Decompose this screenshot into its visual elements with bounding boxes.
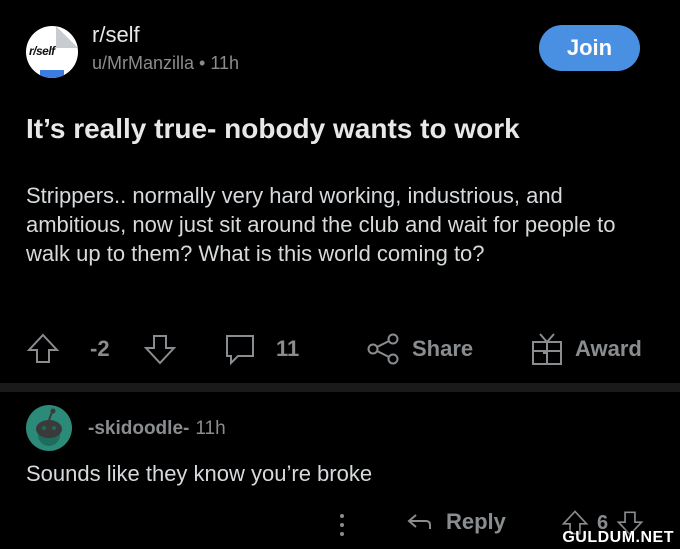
reply-icon xyxy=(407,514,431,529)
post-body: Strippers.. normally very hard working, … xyxy=(26,183,616,266)
share-label: Share xyxy=(412,336,474,361)
post-title: It’s really true- nobody wants to work xyxy=(26,113,520,144)
comment-author[interactable]: -skidoodle- xyxy=(88,418,189,439)
post-author-line[interactable]: u/MrManzilla • 11h xyxy=(92,53,239,74)
section-divider xyxy=(0,383,680,392)
downvote-icon xyxy=(143,335,177,365)
upvote-icon xyxy=(26,333,60,363)
subreddit-icon[interactable]: r/self xyxy=(26,26,78,78)
upvote-button[interactable] xyxy=(26,327,60,371)
post-actions: -2 11 Share Award xyxy=(26,327,666,371)
subreddit-icon-label: r/self xyxy=(29,44,55,58)
share-button[interactable]: Share xyxy=(366,327,473,371)
award-label: Award xyxy=(575,336,642,361)
reply-button[interactable]: Reply xyxy=(406,509,506,535)
comment-icon xyxy=(226,335,254,366)
downvote-button[interactable] xyxy=(143,327,177,371)
subreddit-name[interactable]: r/self xyxy=(92,22,140,48)
watermark: GULDUM.NET xyxy=(562,529,674,546)
comment-time: 11h xyxy=(195,418,226,439)
comment-text: Sounds like they know you’re broke xyxy=(26,461,373,486)
post-header: r/self r/self u/MrManzilla • 11h Join xyxy=(26,22,656,82)
join-button[interactable]: Join xyxy=(539,25,640,71)
award-button[interactable]: Award xyxy=(529,327,642,371)
comment-count: 11 xyxy=(276,336,300,361)
comment-author-line[interactable]: -skidoodle- 11h xyxy=(88,418,226,440)
share-icon xyxy=(367,333,399,365)
post-score: -2 xyxy=(90,336,110,361)
comments-button[interactable]: 11 xyxy=(224,327,299,371)
more-icon[interactable] xyxy=(336,511,348,541)
reply-label: Reply xyxy=(446,509,506,534)
snoo-avatar-icon[interactable] xyxy=(26,405,72,451)
award-icon xyxy=(532,333,562,365)
